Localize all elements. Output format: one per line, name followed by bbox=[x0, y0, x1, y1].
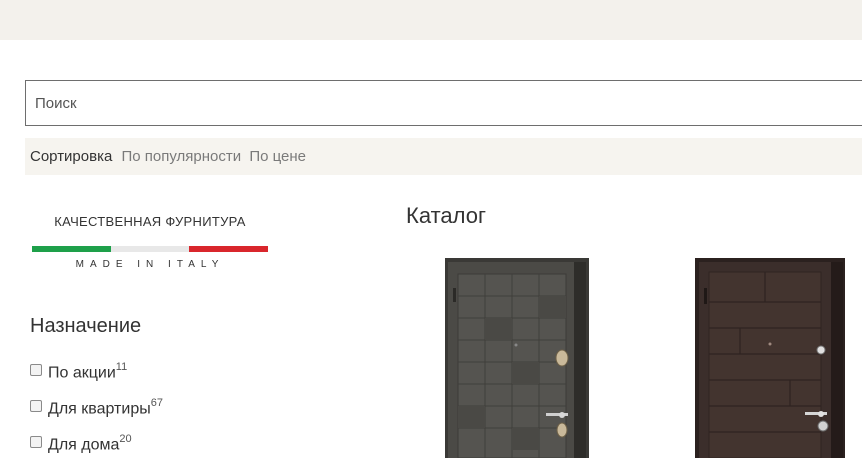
sort-label: Сортировка bbox=[30, 148, 113, 165]
sort-bar: Сортировка По популярности По цене bbox=[25, 138, 862, 175]
quality-hardware-banner: КАЧЕСТВЕННАЯ ФУРНИТУРА MADE IN ITALY bbox=[32, 214, 269, 270]
flag-white bbox=[110, 246, 190, 252]
flag-green bbox=[32, 246, 111, 252]
filter-label-text: Для дома bbox=[48, 436, 120, 454]
filter-label-text: Для квартиры bbox=[48, 400, 151, 418]
filter-heading: Назначение bbox=[30, 315, 142, 337]
filter-label: Для квартиры67 bbox=[48, 397, 163, 418]
filter-checkbox[interactable] bbox=[30, 436, 42, 448]
banner-title: КАЧЕСТВЕННАЯ ФУРНИТУРА bbox=[54, 214, 246, 229]
sort-by-price-link[interactable]: По цене bbox=[249, 148, 306, 165]
filter-item-apartment[interactable]: Для квартиры67 bbox=[30, 396, 163, 432]
top-banner bbox=[0, 0, 862, 40]
sort-by-popularity-link[interactable]: По популярности bbox=[122, 148, 242, 165]
filter-checkbox[interactable] bbox=[30, 400, 42, 412]
catalog-heading: Каталог bbox=[406, 203, 486, 228]
italy-flag-stripe bbox=[32, 246, 269, 252]
filter-count: 67 bbox=[150, 397, 163, 409]
filter-label: Для дома20 bbox=[48, 433, 132, 454]
door-product-image-1[interactable] bbox=[445, 258, 589, 458]
door-product-image-2[interactable] bbox=[695, 258, 845, 458]
search-input[interactable] bbox=[26, 81, 862, 125]
search-box[interactable] bbox=[25, 80, 862, 126]
filter-checkbox[interactable] bbox=[30, 364, 42, 376]
filter-label: По акции11 bbox=[48, 361, 128, 382]
flag-red bbox=[189, 246, 269, 252]
banner-subtitle: MADE IN ITALY bbox=[75, 259, 225, 270]
filter-item-house[interactable]: Для дома20 bbox=[30, 432, 163, 468]
filter-item-promo[interactable]: По акции11 bbox=[30, 360, 163, 396]
filter-label-text: По акции bbox=[48, 364, 116, 382]
filter-count: 20 bbox=[119, 433, 132, 445]
filter-count: 11 bbox=[115, 361, 128, 373]
